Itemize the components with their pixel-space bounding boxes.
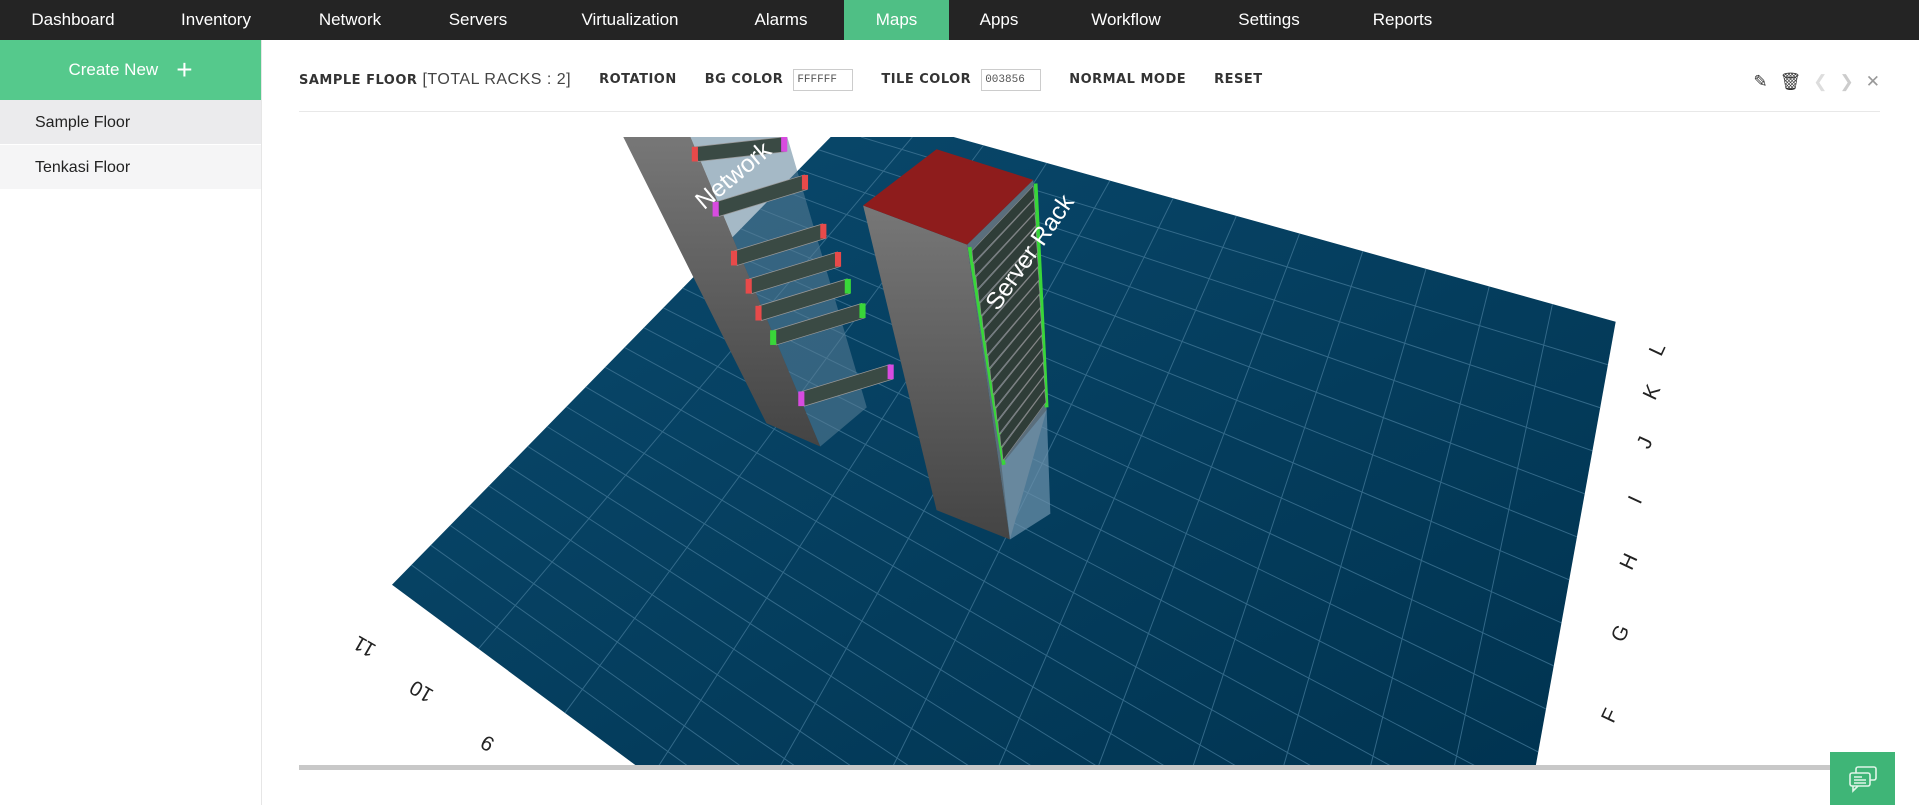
- column-label: F: [1597, 705, 1623, 726]
- horizontal-scrollbar[interactable]: [299, 765, 1840, 770]
- status-led: [859, 303, 866, 319]
- total-racks: [TOTAL RACKS : 2]: [422, 71, 572, 88]
- sidebar: Create New + Sample Floor Tenkasi Floor: [0, 40, 262, 805]
- chevron-left-icon[interactable]: ❮: [1813, 72, 1827, 92]
- top-nav: Dashboard Inventory Network Servers Virtuali…: [0, 0, 1919, 40]
- column-label: G: [1607, 621, 1635, 645]
- create-new-button[interactable]: Create New +: [0, 40, 261, 100]
- floor-title: SAMPLE FLOOR [TOTAL RACKS : 2]: [299, 71, 572, 88]
- plus-icon: +: [176, 54, 193, 85]
- status-led: [730, 250, 738, 266]
- status-led: [691, 146, 698, 162]
- column-label: I: [1624, 492, 1647, 507]
- status-led: [801, 174, 809, 190]
- column-label: L: [1645, 339, 1671, 359]
- status-led: [770, 330, 777, 345]
- reset-button[interactable]: RESET: [1214, 66, 1263, 94]
- nav-servers[interactable]: Servers: [414, 0, 542, 40]
- status-led: [820, 223, 827, 239]
- nav-apps[interactable]: Apps: [949, 0, 1049, 40]
- column-label: K: [1639, 381, 1666, 403]
- tile-color-label: TILE COLOR: [881, 72, 972, 87]
- nav-network[interactable]: Network: [286, 0, 414, 40]
- status-led: [844, 278, 851, 294]
- column-label: J: [1632, 433, 1657, 452]
- chat-icon: [1848, 765, 1877, 793]
- tile-color-input[interactable]: [981, 69, 1042, 91]
- status-led: [745, 278, 752, 294]
- nav-settings[interactable]: Settings: [1203, 0, 1335, 40]
- edit-icon[interactable]: ✎: [1753, 72, 1767, 92]
- row-label: 10: [406, 675, 438, 706]
- row-label: 11: [350, 631, 380, 662]
- nav-dashboard[interactable]: Dashboard: [0, 0, 146, 40]
- floor-3d-view[interactable]: Network Server Rack 9 10 11 F G H I J K L: [299, 137, 1880, 767]
- normal-mode-button[interactable]: NORMAL MODE: [1069, 66, 1186, 94]
- status-led: [798, 391, 805, 407]
- bg-color-input[interactable]: [793, 69, 854, 91]
- status-led: [887, 364, 894, 380]
- rotation-button[interactable]: ROTATION: [599, 66, 677, 94]
- nav-inventory[interactable]: Inventory: [146, 0, 286, 40]
- create-new-label: Create New: [68, 60, 159, 79]
- status-led: [781, 137, 788, 152]
- column-label: H: [1615, 550, 1642, 573]
- trash-icon[interactable]: 🗑: [1780, 72, 1802, 92]
- status-led: [755, 305, 762, 321]
- nav-reports[interactable]: Reports: [1335, 0, 1470, 40]
- close-icon[interactable]: ✕: [1866, 72, 1880, 92]
- sidebar-item-tenkasi-floor[interactable]: Tenkasi Floor: [0, 145, 261, 190]
- nav-alarms[interactable]: Alarms: [718, 0, 844, 40]
- chevron-right-icon[interactable]: ❯: [1840, 72, 1854, 92]
- status-led: [834, 251, 842, 267]
- sidebar-item-sample-floor[interactable]: Sample Floor: [0, 100, 261, 145]
- bg-color-label: BG COLOR: [704, 72, 784, 87]
- floor-toolbar: SAMPLE FLOOR [TOTAL RACKS : 2] ROTATION …: [299, 66, 1880, 112]
- chat-button[interactable]: [1830, 752, 1895, 805]
- nav-maps[interactable]: Maps: [844, 0, 949, 40]
- row-label: 9: [477, 730, 499, 756]
- nav-workflow[interactable]: Workflow: [1049, 0, 1203, 40]
- nav-virtualization[interactable]: Virtualization: [542, 0, 718, 40]
